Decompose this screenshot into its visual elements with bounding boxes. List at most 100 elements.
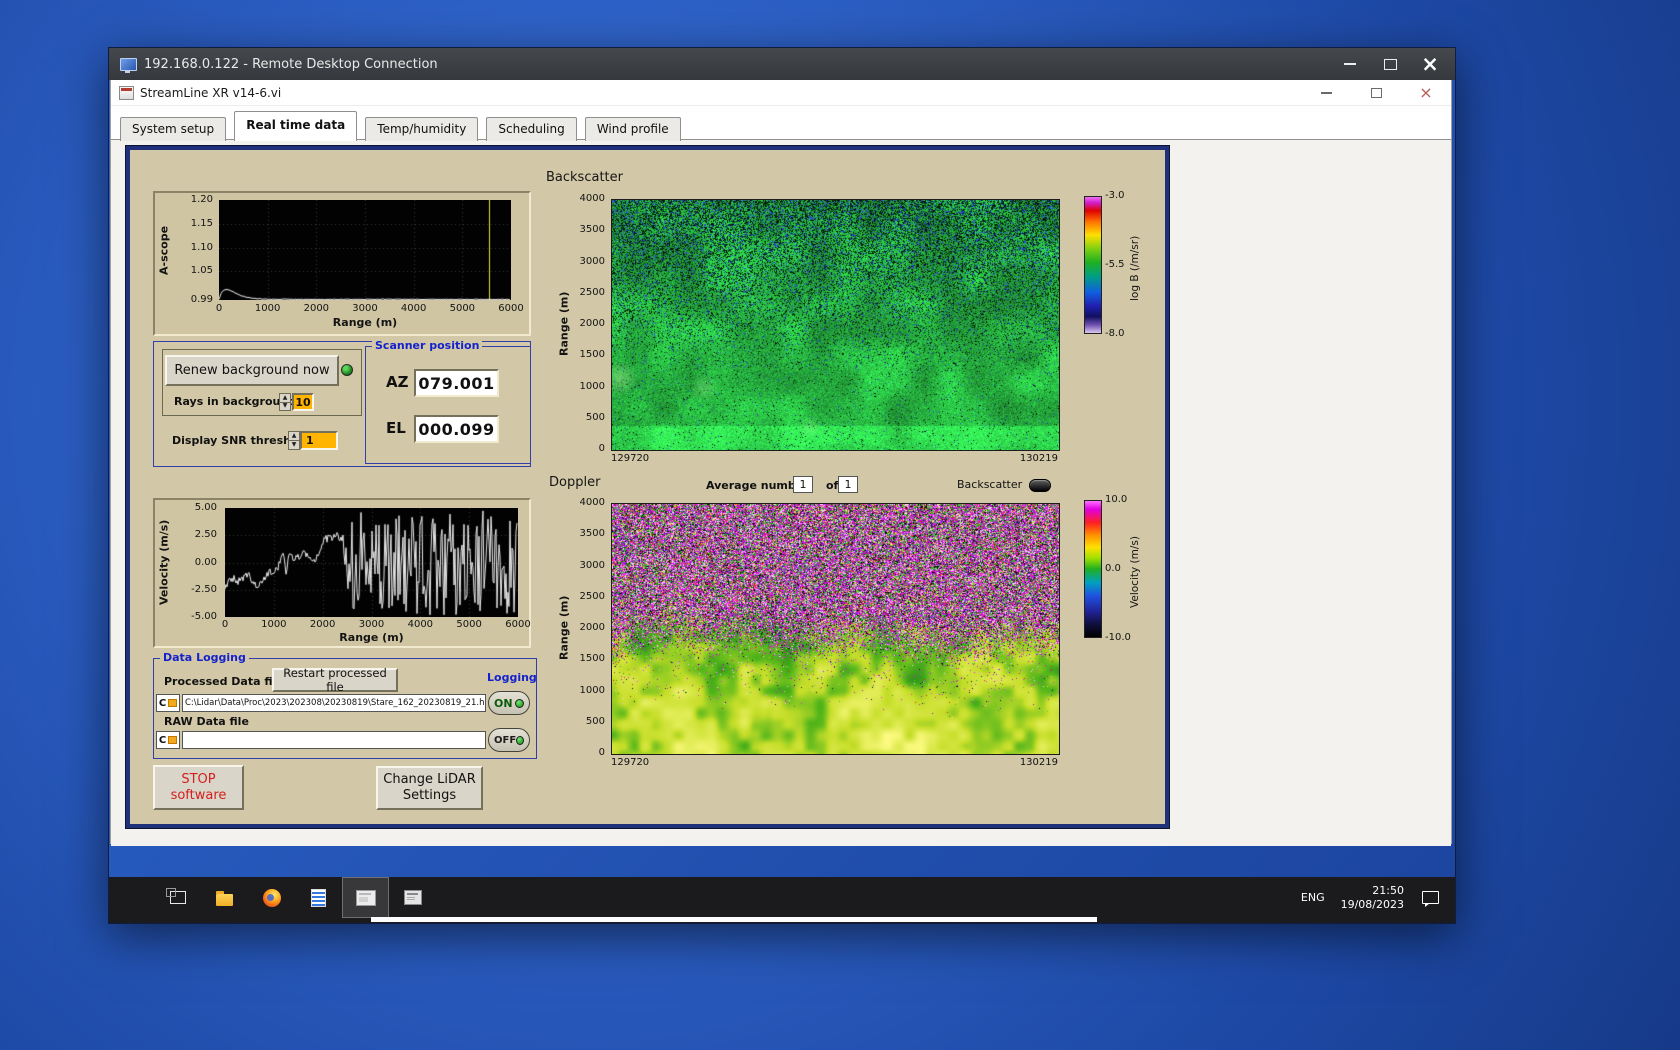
restart-processed-file-button[interactable]: Restart processed file <box>272 668 398 692</box>
average-number-field[interactable]: 1 <box>793 476 813 493</box>
tick-label: 5000 <box>449 619 489 630</box>
velocity-x-axis-label: Range (m) <box>225 631 518 644</box>
background-controls-group: Renew background now Rays in background … <box>153 341 531 467</box>
notes-icon <box>311 889 326 907</box>
maximize-icon <box>1384 59 1397 70</box>
tick-label: 4000 <box>573 497 607 508</box>
data-logging-title: Data Logging <box>160 651 249 665</box>
az-value-field[interactable]: 079.001 <box>414 369 499 397</box>
velocity-group: Velocity (m/s) 5.00 2.50 0.00 -2.50 -5.00 01… <box>153 498 531 648</box>
scanner-position-group: Scanner position AZ 079.001 EL 000.099 <box>365 346 531 464</box>
tick-label: 5000 <box>442 303 482 314</box>
tick-label: 1.15 <box>173 218 215 229</box>
drive-letter: C <box>159 735 166 746</box>
tick-label: 2500 <box>573 591 607 602</box>
tick-label: 2.50 <box>175 529 219 540</box>
snr-spinner[interactable]: ▲ ▼ <box>288 431 300 450</box>
backscatter-y-axis-label: Range (m) <box>557 199 571 449</box>
tick-label: 1500 <box>573 653 607 664</box>
rdp-minimize-button[interactable] <box>1339 53 1361 75</box>
tab-scheduling[interactable]: Scheduling <box>486 117 576 141</box>
average-count-field[interactable]: 1 <box>838 476 858 493</box>
folder-icon <box>168 736 177 744</box>
rdp-window-controls: × <box>1339 48 1441 80</box>
raw-logging-off-toggle[interactable]: OFF <box>488 728 530 752</box>
taskbar-notes-button[interactable] <box>295 877 342 918</box>
app-restore-button[interactable] <box>1365 82 1387 104</box>
raw-drive-selector[interactable]: C <box>156 731 180 749</box>
rdp-title: 192.168.0.122 - Remote Desktop Connectio… <box>144 57 438 72</box>
tab-real-time-data[interactable]: Real time data <box>234 111 357 141</box>
taskbar-firefox-button[interactable] <box>248 877 295 918</box>
rdp-computer-icon <box>120 58 137 71</box>
spinner-up-icon[interactable]: ▲ <box>289 432 299 441</box>
spinner-down-icon[interactable]: ▼ <box>289 441 299 449</box>
tick-label: 3000 <box>573 256 607 267</box>
tab-temp-humidity[interactable]: Temp/humidity <box>365 117 478 141</box>
change-button-line2: Settings <box>403 788 456 804</box>
labview-app-icon <box>356 890 376 906</box>
raw-path-field[interactable] <box>182 731 486 749</box>
processed-path-field[interactable]: C:\Lidar\Data\Proc\2023\202308\20230819\… <box>182 694 486 712</box>
snr-value-field[interactable]: 1 <box>300 431 338 450</box>
task-view-icon <box>170 891 186 904</box>
tick-label: 0.00 <box>175 557 219 568</box>
drive-letter: C <box>159 698 166 709</box>
velocity-x-ticks: 0 1000 2000 3000 4000 5000 6000 <box>225 619 518 631</box>
taskbar-task-view-button[interactable] <box>154 877 201 918</box>
notification-icon[interactable] <box>1422 891 1439 904</box>
taskbar-tray: ENG 21:50 19/08/2023 <box>1301 877 1439 918</box>
rdp-close-button[interactable]: × <box>1419 53 1441 75</box>
processed-drive-selector[interactable]: C <box>156 694 180 712</box>
off-label: OFF <box>494 735 516 746</box>
spinner-up-icon[interactable]: ▲ <box>280 394 290 403</box>
stop-software-button[interactable]: STOP software <box>153 765 244 810</box>
language-indicator[interactable]: ENG <box>1301 891 1325 904</box>
el-value-field[interactable]: 000.099 <box>414 415 499 443</box>
tick-label: 5.00 <box>175 502 219 513</box>
taskbar-scan-app-button[interactable] <box>389 877 436 918</box>
spinner-down-icon[interactable]: ▼ <box>280 403 290 411</box>
ascope-x-axis-label: Range (m) <box>219 316 511 329</box>
taskbar-file-explorer-button[interactable] <box>201 877 248 918</box>
raw-data-file-label: RAW Data file <box>164 715 249 728</box>
tick-label: 6000 <box>498 619 538 630</box>
taskbar-labview-app-button[interactable] <box>342 877 389 918</box>
horizontal-scrollbar[interactable] <box>371 917 1097 922</box>
rays-in-background-label: Rays in background <box>174 395 296 408</box>
rays-spinner[interactable]: ▲ ▼ <box>279 393 291 411</box>
rdp-titlebar[interactable]: 192.168.0.122 - Remote Desktop Connectio… <box>109 48 1455 80</box>
tick-label: 0 <box>199 303 239 314</box>
tick-label: 2000 <box>573 622 607 633</box>
rdp-maximize-button[interactable] <box>1379 53 1401 75</box>
change-lidar-settings-button[interactable]: Change LiDAR Settings <box>376 766 483 810</box>
backscatter-colorbar <box>1084 196 1102 334</box>
tick-label: -2.50 <box>175 584 219 595</box>
folder-icon <box>216 894 233 906</box>
processed-logging-on-toggle[interactable]: ON <box>488 691 530 715</box>
tick-label: 2500 <box>573 287 607 298</box>
ascope-plot[interactable] <box>219 200 511 300</box>
taskbar-clock[interactable]: 21:50 19/08/2023 <box>1341 884 1404 912</box>
on-label: ON <box>494 697 513 710</box>
rays-value-field[interactable]: 10 <box>292 393 314 411</box>
doppler-colorbar <box>1084 500 1102 638</box>
taskbar-icons <box>154 877 436 918</box>
tick-label: 0 <box>573 747 607 758</box>
app-title: StreamLine XR v14-6.vi <box>140 86 281 100</box>
backscatter-toggle[interactable] <box>1029 479 1051 492</box>
app-close-button[interactable]: × <box>1415 82 1437 104</box>
tab-system-setup[interactable]: System setup <box>120 117 226 141</box>
renew-background-button[interactable]: Renew background now <box>165 355 339 386</box>
tab-wind-profile[interactable]: Wind profile <box>585 117 681 141</box>
app-minimize-button[interactable] <box>1315 82 1337 104</box>
remote-desktop: StreamLine XR v14-6.vi × System setup Re… <box>109 80 1455 923</box>
tick-label: 500 <box>573 412 607 423</box>
ascope-group: A-scope 1.20 1.15 1.10 1.05 0.99 0 1000 2000 30… <box>153 191 531 336</box>
app-titlebar[interactable]: StreamLine XR v14-6.vi × <box>111 80 1451 106</box>
ascope-y-axis-label: A-scope <box>157 200 171 300</box>
backscatter-x-start-label: 129720 <box>611 453 649 464</box>
doppler-x-start-label: 129720 <box>611 757 649 768</box>
stop-button-line1: STOP <box>181 772 215 788</box>
tick-label: 1000 <box>254 619 294 630</box>
